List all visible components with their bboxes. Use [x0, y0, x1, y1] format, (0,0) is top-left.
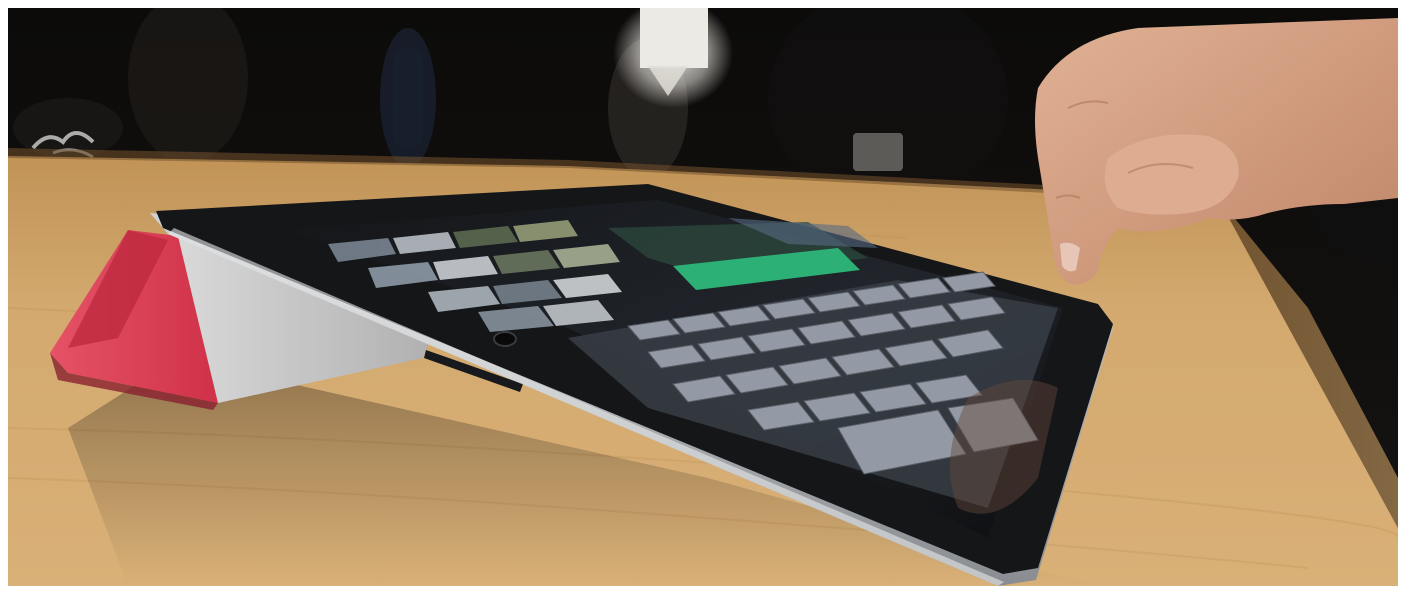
photo-frame	[0, 0, 1405, 591]
photo	[8, 8, 1398, 586]
photo-illustration	[8, 8, 1398, 586]
